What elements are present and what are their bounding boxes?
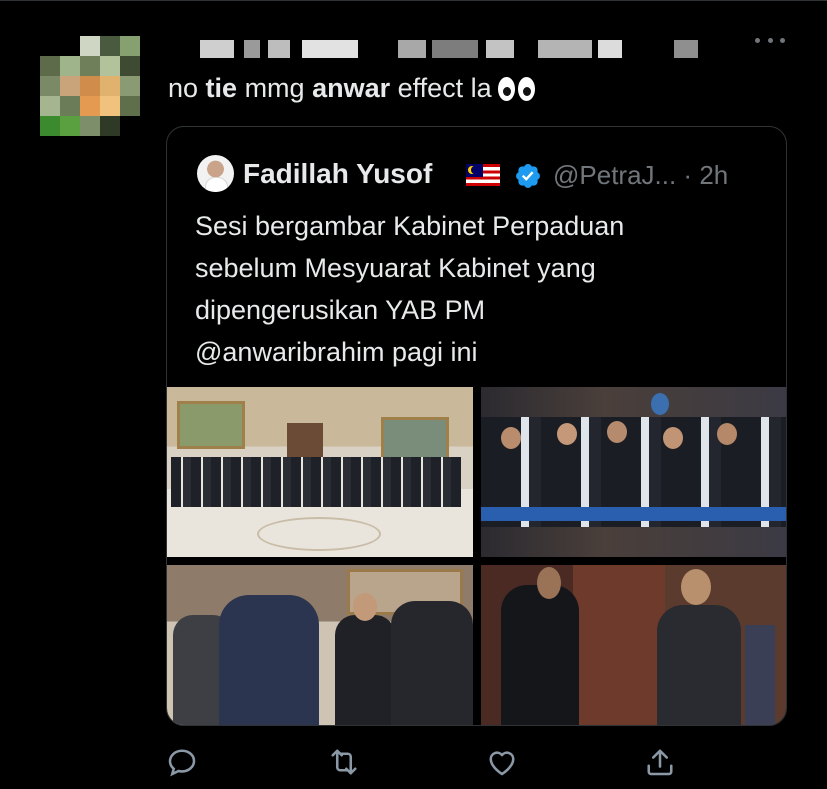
tweet-text-bold: tie: [205, 73, 238, 103]
redacted-handle: [398, 40, 426, 58]
tweet-text-part: mmg: [237, 73, 313, 103]
photo-corridor[interactable]: [481, 565, 786, 725]
more-options-icon[interactable]: [755, 30, 785, 50]
avatar-pixel: [120, 76, 140, 96]
redacted-handle: [432, 40, 478, 58]
redacted-name: [268, 40, 290, 58]
avatar[interactable]: [40, 36, 160, 140]
retweet-icon[interactable]: [326, 744, 362, 780]
tweet-text-part: effect la: [390, 73, 492, 103]
photo-seated-ministers[interactable]: [481, 387, 786, 557]
avatar-pixel: [80, 116, 100, 136]
avatar-pixel: [60, 96, 80, 116]
share-icon[interactable]: [642, 744, 678, 780]
tweet-text: no tie mmg anwar effect la: [168, 70, 535, 106]
quoted-tweet-text: Sesi bergambar Kabinet Perpaduan sebelum…: [195, 211, 625, 367]
photo-grid: [167, 387, 786, 725]
avatar-pixel: [120, 96, 140, 116]
quoted-avatar[interactable]: [197, 155, 234, 192]
avatar-pixel: [100, 36, 120, 56]
avatar-pixel: [80, 76, 100, 96]
avatar-pixel: [40, 76, 60, 96]
verified-badge-icon: [516, 164, 540, 188]
like-icon[interactable]: [484, 744, 520, 780]
avatar-pixel: [100, 96, 120, 116]
top-divider: [0, 0, 827, 1]
redacted-name: [244, 40, 260, 58]
redacted-handle: [674, 40, 698, 58]
avatar-pixel: [60, 76, 80, 96]
eyes-emoji-icon: [497, 77, 535, 101]
avatar-pixel: [80, 56, 100, 76]
tweet-action-bar: [166, 740, 686, 784]
reply-icon[interactable]: [164, 744, 200, 780]
avatar-pixel: [80, 96, 100, 116]
tweet-header: [168, 26, 808, 66]
redacted-name: [200, 40, 234, 58]
avatar-pixel: [40, 96, 60, 116]
tweet-text-bold: anwar: [312, 73, 391, 103]
avatar-pixel: [80, 36, 100, 56]
avatar-pixel: [100, 56, 120, 76]
avatar-pixel: [60, 56, 80, 76]
redacted-handle: [486, 40, 514, 58]
quoted-tweet-card[interactable]: Fadillah Yusof @PetraJ... · 2h Sesi berg…: [166, 126, 787, 726]
quoted-display-name[interactable]: Fadillah Yusof: [243, 158, 432, 190]
avatar-pixel: [120, 36, 140, 56]
avatar-pixel: [120, 56, 140, 76]
quoted-handle-time[interactable]: @PetraJ... · 2h: [553, 160, 728, 191]
avatar-pixel: [40, 56, 60, 76]
photo-candid-conversation[interactable]: [167, 565, 473, 725]
photo-cabinet-group[interactable]: [167, 387, 473, 557]
redacted-handle: [538, 40, 592, 58]
avatar-pixel: [60, 116, 80, 136]
redacted-handle: [598, 40, 622, 58]
tweet-text-part: no: [168, 73, 206, 103]
avatar-pixel: [100, 76, 120, 96]
redacted-name: [302, 40, 358, 58]
malaysia-flag-icon: [466, 164, 500, 186]
avatar-pixel: [40, 116, 60, 136]
avatar-pixel: [100, 116, 120, 136]
